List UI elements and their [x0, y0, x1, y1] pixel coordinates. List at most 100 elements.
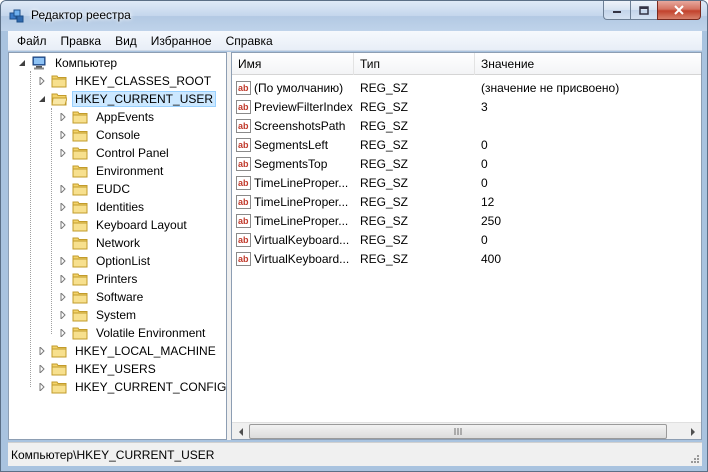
collapse-icon[interactable] — [17, 58, 27, 68]
folder-open-icon — [51, 93, 67, 106]
menu-favorites[interactable]: Избранное — [144, 31, 219, 51]
no-expander — [58, 238, 68, 248]
folder-icon — [72, 129, 88, 142]
expand-icon[interactable] — [37, 346, 47, 356]
value-row[interactable]: ab VirtualKeyboard... REG_SZ 0 — [232, 230, 701, 249]
value-row[interactable]: ab TimeLineProper... REG_SZ 0 — [232, 173, 701, 192]
folder-icon — [72, 147, 88, 160]
expand-icon[interactable] — [58, 148, 68, 158]
tree-connector — [51, 108, 52, 334]
expand-icon[interactable] — [58, 130, 68, 140]
tree-node-software[interactable]: Software — [58, 288, 146, 306]
tree-node-network[interactable]: Network — [58, 234, 143, 252]
expand-icon[interactable] — [58, 112, 68, 122]
value-row[interactable]: ab TimeLineProper... REG_SZ 250 — [232, 211, 701, 230]
value-row[interactable]: ab TimeLineProper... REG_SZ 12 — [232, 192, 701, 211]
value-row[interactable]: ab SegmentsTop REG_SZ 0 — [232, 154, 701, 173]
value-name-cell: ab SegmentsLeft — [232, 137, 354, 152]
expand-icon[interactable] — [58, 220, 68, 230]
value-type: REG_SZ — [360, 137, 409, 152]
tree-node-hklm[interactable]: HKEY_LOCAL_MACHINE — [37, 342, 219, 360]
svg-text:ab: ab — [238, 159, 249, 169]
expand-icon[interactable] — [58, 256, 68, 266]
expand-icon[interactable] — [58, 292, 68, 302]
column-header-name[interactable]: Имя — [232, 53, 354, 75]
value-name: SegmentsTop — [254, 156, 328, 171]
tree-label: Console — [96, 128, 141, 142]
expand-icon[interactable] — [58, 310, 68, 320]
resize-grip-icon[interactable] — [690, 454, 700, 464]
minimize-button[interactable] — [603, 1, 630, 20]
tree-label: OptionList — [96, 254, 151, 268]
value-row[interactable]: ab ScreenshotsPath REG_SZ — [232, 116, 701, 135]
expand-icon[interactable] — [58, 184, 68, 194]
window-title: Редактор реестра — [31, 8, 131, 22]
tree-label: Identities — [96, 200, 145, 214]
collapse-icon[interactable] — [37, 94, 47, 104]
string-value-icon: ab — [236, 213, 251, 228]
value-type: REG_SZ — [360, 99, 409, 114]
value-data: 3 — [481, 99, 488, 114]
tree-node-appevents[interactable]: AppEvents — [58, 108, 157, 126]
tree-node-control-panel[interactable]: Control Panel — [58, 144, 172, 162]
registry-tree[interactable]: Компьютер HKEY_CLASSES_ROOT HKEY_CURRENT… — [8, 52, 227, 440]
svg-text:ab: ab — [238, 254, 249, 264]
expand-icon[interactable] — [37, 382, 47, 392]
value-type: REG_SZ — [360, 194, 409, 209]
tree-node-keyboard-layout[interactable]: Keyboard Layout — [58, 216, 190, 234]
tree-node-computer[interactable]: Компьютер — [17, 54, 120, 72]
menu-edit[interactable]: Правка — [54, 31, 109, 51]
tree-node-console[interactable]: Console — [58, 126, 143, 144]
tree-node-hkcr[interactable]: HKEY_CLASSES_ROOT — [37, 72, 214, 90]
title-bar[interactable]: Редактор реестра — [1, 1, 707, 31]
tree-node-hku[interactable]: HKEY_USERS — [37, 360, 159, 378]
tree-label: HKEY_CURRENT_CONFIG — [75, 380, 227, 394]
tree-node-optionlist[interactable]: OptionList — [58, 252, 153, 270]
value-data: 12 — [481, 194, 495, 209]
menu-bar: Файл Правка Вид Избранное Справка — [8, 31, 702, 51]
value-name: TimeLineProper... — [254, 194, 349, 209]
value-row[interactable]: ab (По умолчанию) REG_SZ (значение не пр… — [232, 78, 701, 97]
tree-node-system[interactable]: System — [58, 306, 139, 324]
scroll-left-button[interactable] — [232, 423, 249, 439]
expand-icon[interactable] — [58, 202, 68, 212]
menu-file[interactable]: Файл — [10, 31, 54, 51]
expand-icon[interactable] — [37, 76, 47, 86]
value-row[interactable]: ab VirtualKeyboard... REG_SZ 400 — [232, 249, 701, 268]
tree-node-hkcu[interactable]: HKEY_CURRENT_USER — [37, 90, 217, 108]
values-list[interactable]: Имя Тип Значение ab (По умолчанию) REG_S… — [231, 52, 702, 440]
expand-icon[interactable] — [37, 364, 47, 374]
tree-label: EUDC — [96, 182, 131, 196]
horizontal-scrollbar[interactable] — [232, 422, 701, 439]
value-name-cell: ab ScreenshotsPath — [232, 118, 354, 133]
expand-icon[interactable] — [58, 274, 68, 284]
no-expander — [58, 166, 68, 176]
menu-view[interactable]: Вид — [108, 31, 144, 51]
folder-icon — [72, 255, 88, 268]
svg-text:ab: ab — [238, 197, 249, 207]
column-header-type[interactable]: Тип — [354, 53, 475, 75]
status-bar: Компьютер\HKEY_CURRENT_USER — [8, 442, 702, 466]
tree-node-identities[interactable]: Identities — [58, 198, 147, 216]
maximize-button[interactable] — [630, 1, 657, 20]
string-value-icon: ab — [236, 232, 251, 247]
tree-node-hkcc[interactable]: HKEY_CURRENT_CONFIG — [37, 378, 227, 396]
menu-help[interactable]: Справка — [219, 31, 280, 51]
scroll-right-button[interactable] — [684, 423, 701, 439]
value-row[interactable]: ab SegmentsLeft REG_SZ 0 — [232, 135, 701, 154]
tree-node-eudc[interactable]: EUDC — [58, 180, 133, 198]
arrow-left-icon — [238, 427, 243, 436]
expand-icon[interactable] — [58, 328, 68, 338]
value-name: TimeLineProper... — [254, 175, 349, 190]
value-row[interactable]: ab PreviewFilterIndex REG_SZ 3 — [232, 97, 701, 116]
tree-node-printers[interactable]: Printers — [58, 270, 140, 288]
tree-node-volatile-environment[interactable]: Volatile Environment — [58, 324, 208, 342]
tree-node-environment[interactable]: Environment — [58, 162, 166, 180]
column-header-value[interactable]: Значение — [475, 53, 701, 75]
value-name-cell: ab SegmentsTop — [232, 156, 354, 171]
folder-icon — [72, 327, 88, 340]
scrollbar-thumb[interactable] — [249, 424, 667, 439]
close-button[interactable] — [657, 1, 701, 20]
svg-text:ab: ab — [238, 121, 249, 131]
value-data: 400 — [481, 251, 502, 266]
